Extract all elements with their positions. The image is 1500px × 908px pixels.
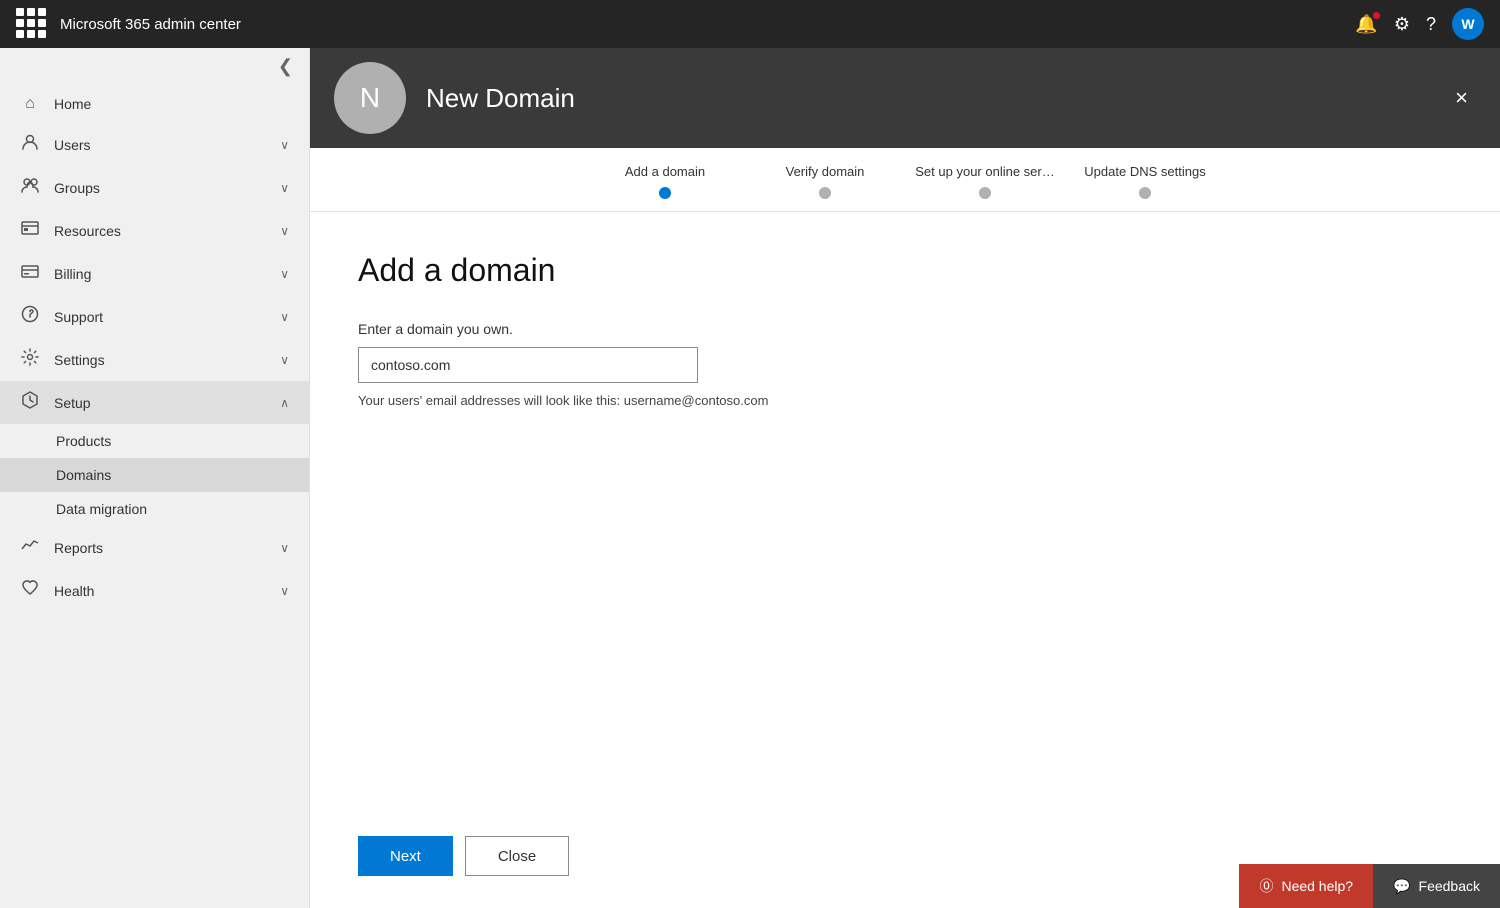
sidebar: ❮ ⌂ Home Users ∨ [0,48,310,908]
support-icon [20,305,40,328]
section-title: Add a domain [358,252,1452,289]
input-label: Enter a domain you own. [358,321,1452,337]
step-verify-domain: Verify domain [745,164,905,211]
main-content: Home N New Domain × Add a domain [310,48,1500,908]
sidebar-item-resources[interactable]: Resources ∨ [0,209,309,252]
step-label-setup-online: Set up your online ser… [915,164,1054,179]
sidebar-item-support[interactable]: Support ∨ [0,295,309,338]
topbar-icons: 🔔 ⚙ ? W [1355,8,1484,40]
modal-avatar-initial: N [360,82,380,114]
sidebar-label-users: Users [54,137,266,153]
modal-overlay: N New Domain × Add a domain Verify domai… [310,48,1500,908]
collapse-button[interactable]: ❮ [0,48,309,85]
users-chevron-icon: ∨ [280,138,289,152]
modal-body: Add a domain Enter a domain you own. You… [310,212,1500,816]
sidebar-subitem-domains[interactable]: Domains [0,458,309,492]
modal: N New Domain × Add a domain Verify domai… [310,48,1500,908]
collapse-icon: ❮ [278,56,293,77]
feedback-label: Feedback [1419,878,1480,894]
support-chevron-icon: ∨ [280,310,289,324]
sidebar-label-home: Home [54,96,289,112]
sidebar-label-health: Health [54,583,266,599]
step-dot-add-domain [659,187,671,199]
resources-icon [20,219,40,242]
sidebar-item-settings[interactable]: Settings ∨ [0,338,309,381]
health-chevron-icon: ∨ [280,584,289,598]
settings-icon[interactable]: ⚙ [1394,14,1410,35]
home-icon: ⌂ [20,95,40,113]
step-dot-setup-online [979,187,991,199]
step-update-dns: Update DNS settings [1065,164,1225,211]
step-dot-verify-domain [819,187,831,199]
sidebar-label-setup: Setup [54,395,266,411]
domain-hint: Your users' email addresses will look li… [358,393,1452,408]
sidebar-item-setup[interactable]: Setup ∧ [0,381,309,424]
help-icon[interactable]: ? [1426,14,1436,35]
topbar: Microsoft 365 admin center 🔔 ⚙ ? W [0,0,1500,48]
need-help-label: Need help? [1281,878,1353,894]
domains-label: Domains [56,467,111,483]
domain-input[interactable] [358,347,698,383]
sidebar-label-billing: Billing [54,266,266,282]
billing-chevron-icon: ∨ [280,267,289,281]
sidebar-label-settings: Settings [54,352,266,368]
modal-title: New Domain [426,83,1427,114]
sidebar-item-health[interactable]: Health ∨ [0,569,309,612]
users-icon [20,133,40,156]
modal-avatar: N [334,62,406,134]
groups-icon [20,176,40,199]
resources-chevron-icon: ∨ [280,224,289,238]
sidebar-label-reports: Reports [54,540,266,556]
sidebar-item-home[interactable]: ⌂ Home [0,85,309,123]
sidebar-item-users[interactable]: Users ∨ [0,123,309,166]
billing-icon [20,262,40,285]
bottom-bar: ⓪ Need help? 💬 Feedback [1239,864,1500,908]
notifications-icon[interactable]: 🔔 [1355,14,1377,35]
step-label-update-dns: Update DNS settings [1084,164,1205,179]
sidebar-item-reports[interactable]: Reports ∨ [0,526,309,569]
step-label-add-domain: Add a domain [625,164,705,179]
sidebar-item-billing[interactable]: Billing ∨ [0,252,309,295]
setup-chevron-icon: ∧ [280,396,289,410]
step-add-domain: Add a domain [585,164,745,211]
step-label-verify-domain: Verify domain [786,164,865,179]
groups-chevron-icon: ∨ [280,181,289,195]
waffle-menu[interactable] [16,8,48,40]
modal-header: N New Domain × [310,48,1500,148]
modal-close-button[interactable]: × [1447,79,1476,117]
step-dot-update-dns [1139,187,1151,199]
reports-icon [20,536,40,559]
close-button[interactable]: Close [465,836,569,876]
step-setup-online: Set up your online ser… [905,164,1065,211]
sidebar-label-groups: Groups [54,180,266,196]
need-help-icon: ⓪ [1259,876,1273,896]
sidebar-subitem-data-migration[interactable]: Data migration [0,492,309,526]
need-help-button[interactable]: ⓪ Need help? [1239,864,1373,908]
sidebar-label-support: Support [54,309,266,325]
settings-chevron-icon: ∨ [280,353,289,367]
sidebar-label-resources: Resources [54,223,266,239]
sidebar-subitem-products[interactable]: Products [0,424,309,458]
reports-chevron-icon: ∨ [280,541,289,555]
layout: ❮ ⌂ Home Users ∨ [0,48,1500,908]
next-button[interactable]: Next [358,836,453,876]
feedback-icon: 💬 [1393,878,1410,895]
steps-bar: Add a domain Verify domain Set up your o… [310,148,1500,212]
user-avatar[interactable]: W [1452,8,1484,40]
data-migration-label: Data migration [56,501,147,517]
setup-icon [20,391,40,414]
sidebar-item-groups[interactable]: Groups ∨ [0,166,309,209]
products-label: Products [56,433,111,449]
health-icon [20,579,40,602]
app-title: Microsoft 365 admin center [60,16,1343,33]
feedback-button[interactable]: 💬 Feedback [1373,864,1500,908]
settings-nav-icon [20,348,40,371]
